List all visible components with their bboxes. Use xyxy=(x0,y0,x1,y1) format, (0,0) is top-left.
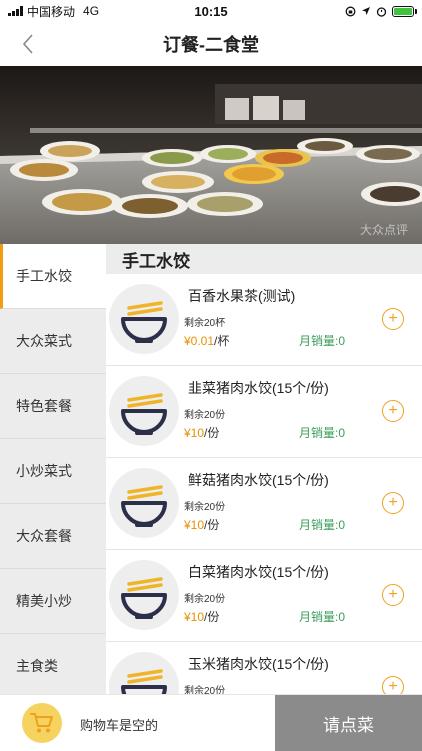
category-label: 手工水饺 xyxy=(16,268,72,284)
dish-stock: 剩余20杯 xyxy=(184,318,226,329)
dish-stock: 剩余20份 xyxy=(184,410,226,421)
dish-sales: 月销量:0 xyxy=(299,426,346,440)
shopping-cart-icon xyxy=(30,713,53,733)
dish-name: 鲜菇猪肉水饺(15个/份) xyxy=(188,472,329,488)
dish-stock: 剩余20份 xyxy=(184,594,226,605)
dish-name: 百香水果茶(测试) xyxy=(188,288,296,304)
dish-item: 鲜菇猪肉水饺(15个/份) 剩余20份 ¥10/份 月销量:0 + xyxy=(106,458,422,550)
category-label: 小炒菜式 xyxy=(16,463,72,479)
bowl-chopsticks-icon xyxy=(109,560,179,630)
category-label: 大众菜式 xyxy=(16,333,72,349)
back-button[interactable] xyxy=(14,28,42,60)
dish-item: 玉米猪肉水饺(15个/份) 剩余20份 + xyxy=(106,642,422,694)
dish-price: ¥0.01/杯 xyxy=(184,332,229,349)
add-to-cart-button[interactable]: + xyxy=(382,492,404,514)
battery-icon xyxy=(392,5,417,17)
price-unit: /份 xyxy=(204,426,220,440)
dish-item: 白菜猪肉水饺(15个/份) 剩余20份 ¥10/份 月销量:0 + xyxy=(106,550,422,642)
checkout-button[interactable]: 请点菜 xyxy=(275,695,422,751)
bowl-chopsticks-icon xyxy=(109,652,179,694)
dish-price: ¥10/份 xyxy=(184,516,219,533)
dish-stock: 剩余20份 xyxy=(184,502,226,513)
cart-bar: 购物车是空的 请点菜 xyxy=(0,694,422,751)
category-item-popular-dishes[interactable]: 大众菜式 xyxy=(0,309,106,374)
add-to-cart-button[interactable]: + xyxy=(382,308,404,330)
dish-name: 玉米猪肉水饺(15个/份) xyxy=(188,656,329,672)
banner-photo xyxy=(0,66,422,244)
dish-name: 韭菜猪肉水饺(15个/份) xyxy=(188,380,329,396)
dish-stock: 剩余20份 xyxy=(184,686,226,694)
category-item-popular-sets[interactable]: 大众套餐 xyxy=(0,504,106,569)
category-item-handmade-dumplings[interactable]: 手工水饺 xyxy=(0,244,106,309)
cart-status: 购物车是空的 xyxy=(80,718,159,733)
dish-sales: 月销量:0 xyxy=(299,334,346,348)
dish-item: 韭菜猪肉水饺(15个/份) 剩余20份 ¥10/份 月销量:0 + xyxy=(106,366,422,458)
price-value: ¥10 xyxy=(184,518,205,532)
nav-bar: 订餐-二食堂 xyxy=(0,22,422,66)
status-bar: 中国移动 4G 10:15 xyxy=(0,0,422,22)
price-unit: /份 xyxy=(204,610,220,624)
price-unit: /份 xyxy=(204,518,220,532)
add-to-cart-button[interactable]: + xyxy=(382,400,404,422)
shopping-cart-button[interactable] xyxy=(22,703,62,743)
category-item-stir-fry-dishes[interactable]: 小炒菜式 xyxy=(0,439,106,504)
add-to-cart-button[interactable]: + xyxy=(382,584,404,606)
category-label: 特色套餐 xyxy=(16,398,72,414)
dish-list: 手工水饺 百香水果茶(测试) 剩余20杯 ¥0.01/杯 月销量:0 + 韭菜猪… xyxy=(106,244,422,694)
bowl-chopsticks-icon xyxy=(109,376,179,446)
category-menu: 手工水饺 大众菜式 特色套餐 小炒菜式 大众套餐 精美小炒 主食类 xyxy=(0,244,106,699)
dish-price: ¥10/份 xyxy=(184,608,219,625)
bowl-chopsticks-icon xyxy=(109,284,179,354)
section-title: 手工水饺 xyxy=(106,244,422,274)
price-value: ¥10 xyxy=(184,426,205,440)
dish-price: ¥10/份 xyxy=(184,424,219,441)
bowl-chopsticks-icon xyxy=(109,468,179,538)
category-label: 大众套餐 xyxy=(16,528,72,544)
category-item-staple-food[interactable]: 主食类 xyxy=(0,634,106,699)
dish-sales: 月销量:0 xyxy=(299,518,346,532)
chevron-left-icon xyxy=(22,34,33,54)
category-item-fine-stir-fry[interactable]: 精美小炒 xyxy=(0,569,106,634)
category-label: 主食类 xyxy=(16,658,58,674)
dish-sales: 月销量:0 xyxy=(299,610,346,624)
status-time: 10:15 xyxy=(194,3,228,19)
dish-name: 白菜猪肉水饺(15个/份) xyxy=(188,564,329,580)
price-value: ¥10 xyxy=(184,610,205,624)
add-to-cart-button[interactable]: + xyxy=(382,676,404,694)
page-title: 订餐-二食堂 xyxy=(163,35,259,55)
category-item-special-sets[interactable]: 特色套餐 xyxy=(0,374,106,439)
banner-watermark: 大众点评 xyxy=(359,223,408,237)
canteen-banner-image: 大众点评 xyxy=(0,66,422,244)
dish-item: 百香水果茶(测试) 剩余20杯 ¥0.01/杯 月销量:0 + xyxy=(106,274,422,366)
price-value: ¥0.01 xyxy=(184,334,215,348)
price-unit: /杯 xyxy=(214,334,230,348)
category-label: 精美小炒 xyxy=(16,593,72,609)
